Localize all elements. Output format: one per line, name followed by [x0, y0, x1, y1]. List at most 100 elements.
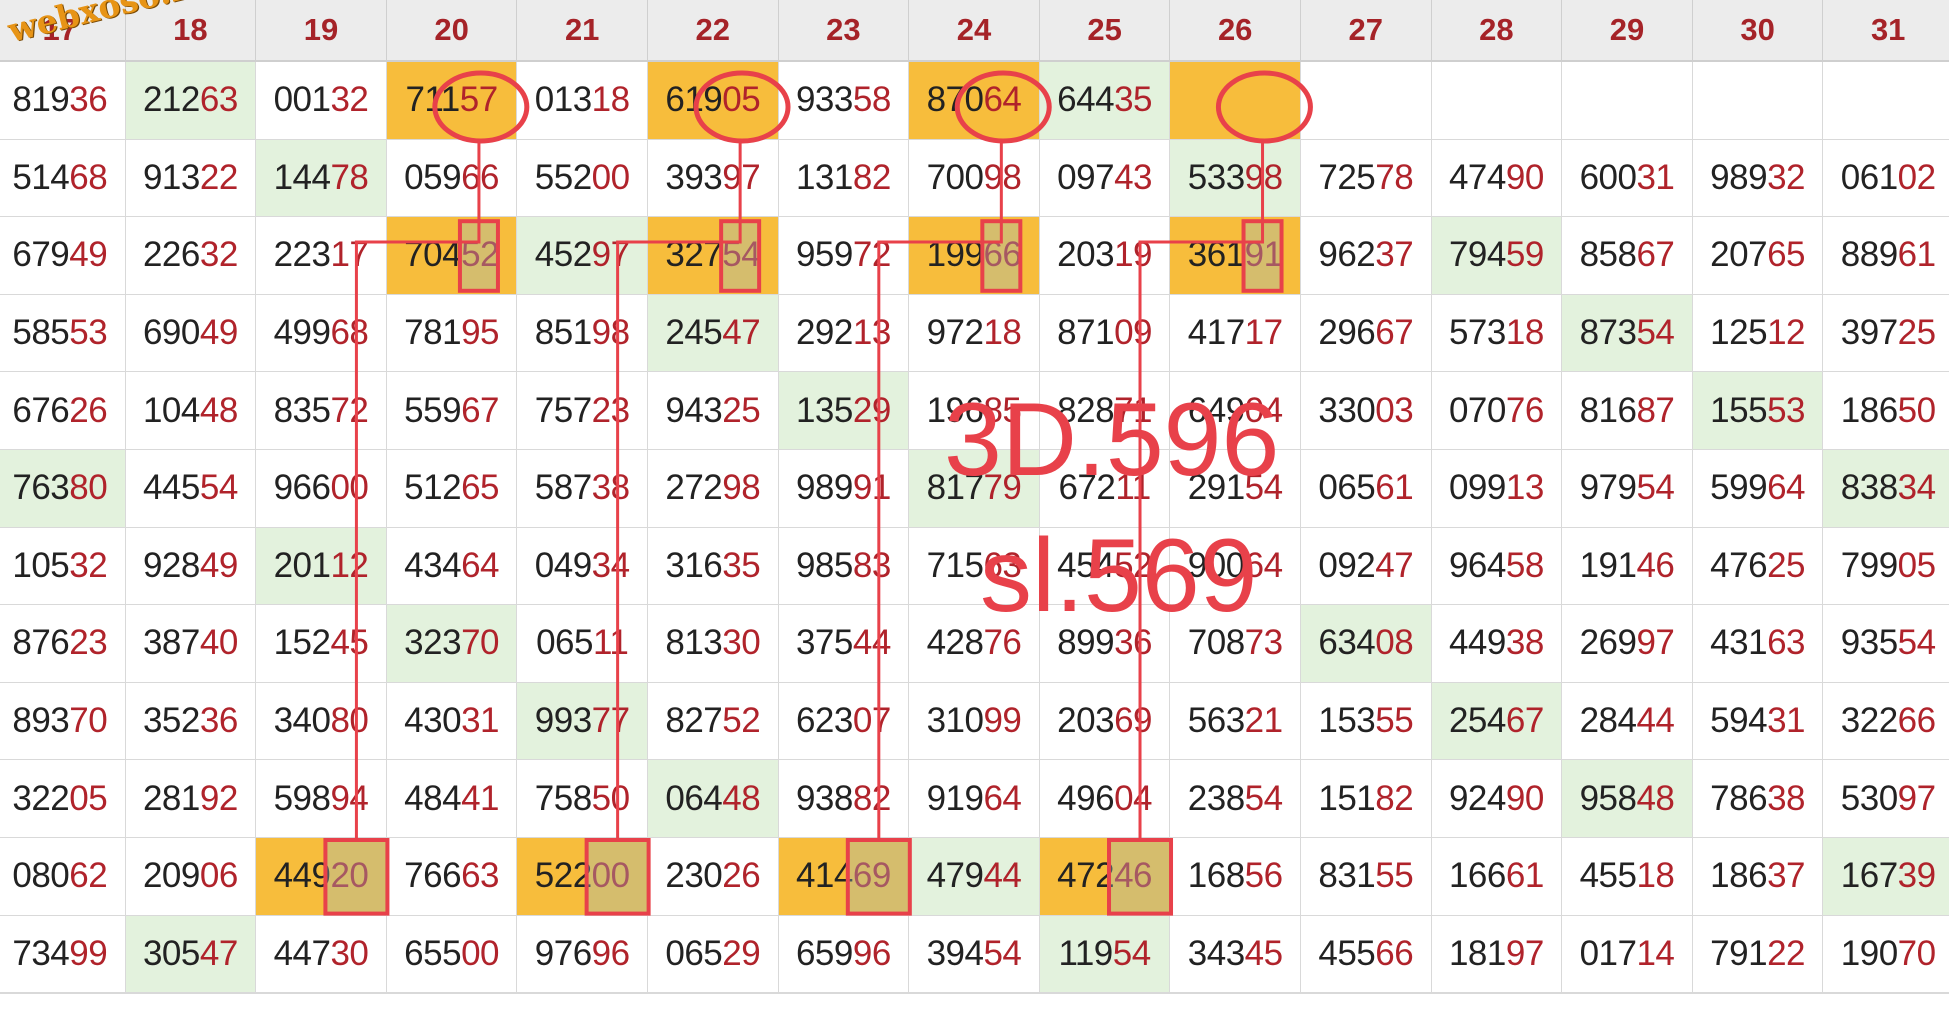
result-cell: 167 39	[1823, 838, 1949, 916]
result-cell: 763 80	[0, 450, 126, 528]
result-cell: 061 02	[1823, 140, 1949, 218]
result-cell: 153 55	[1301, 682, 1432, 761]
result-cell: 212 63	[125, 62, 257, 140]
result-cell: 522 00	[517, 838, 648, 916]
result-cell: 352 36	[125, 682, 257, 761]
result-cell: 766 63	[386, 838, 518, 916]
result-cell: 623 07	[778, 682, 910, 761]
result-cell: 512 65	[386, 450, 518, 528]
result-cell: 858 67	[1562, 217, 1693, 295]
column-header-23: 23	[778, 0, 910, 62]
result-cell: 207 65	[1692, 217, 1824, 295]
result-cell: 827 52	[648, 682, 779, 761]
result-cell	[1823, 62, 1949, 140]
result-cell	[1170, 62, 1301, 140]
result-cell: 552 00	[517, 139, 648, 218]
result-cell: 935 54	[1823, 605, 1949, 683]
column-header-30: 30	[1692, 0, 1824, 62]
result-cell: 871 09	[1039, 294, 1171, 373]
result-cell: 919 64	[909, 760, 1040, 838]
result-cell: 962 37	[1301, 217, 1432, 295]
result-cell: 838 34	[1823, 450, 1949, 528]
result-cell: 323 70	[386, 605, 518, 683]
result-cell: 734 99	[0, 915, 126, 994]
table-continuation	[0, 993, 1949, 1034]
result-cell: 414 69	[778, 838, 910, 916]
result-cell: 559 67	[386, 372, 518, 450]
result-cell: 343 45	[1170, 915, 1301, 994]
result-cell: 599 64	[1692, 450, 1824, 528]
result-cell: 831 55	[1301, 838, 1432, 916]
result-cell: 979 54	[1562, 450, 1693, 528]
result-cell: 938 82	[778, 760, 910, 838]
result-cell: 851 98	[517, 294, 648, 373]
result-cell: 585 53	[0, 294, 126, 373]
result-cell	[1301, 62, 1432, 140]
result-cell: 634 08	[1301, 605, 1432, 683]
result-cell: 928 49	[125, 527, 257, 606]
result-cell: 245 47	[648, 294, 779, 373]
result-cell: 226 32	[125, 217, 257, 295]
result-cell: 223 17	[256, 217, 387, 295]
result-cell: 417 17	[1170, 294, 1301, 373]
result-cell: 201 12	[256, 527, 387, 606]
result-cell: 786 38	[1692, 760, 1824, 838]
result-cell: 933 58	[778, 62, 910, 140]
column-header-19: 19	[256, 0, 387, 62]
result-cell: 676 26	[0, 372, 126, 450]
result-cell: 972 18	[909, 294, 1040, 373]
result-cell: 964 58	[1431, 527, 1563, 606]
result-cell: 168 56	[1170, 838, 1301, 916]
result-cell: 959 72	[778, 217, 910, 295]
result-cell: 144 78	[256, 139, 387, 218]
result-cell: 496 04	[1039, 760, 1171, 838]
column-header-28: 28	[1431, 0, 1563, 62]
result-cell: 704 52	[386, 217, 518, 295]
result-cell: 064 48	[648, 760, 779, 838]
result-cell: 190 70	[1823, 916, 1949, 994]
result-cell: 913 22	[125, 139, 257, 218]
result-cell: 476 25	[1692, 527, 1824, 606]
result-cell: 434 64	[386, 527, 518, 606]
result-cell: 125 12	[1692, 294, 1824, 373]
column-header-25: 25	[1039, 0, 1171, 62]
result-cell: 322 05	[0, 760, 126, 838]
result-cell: 976 96	[517, 915, 648, 994]
result-cell: 452 97	[517, 217, 648, 295]
result-cell: 958 48	[1562, 760, 1693, 838]
result-cell: 530 97	[1823, 760, 1949, 838]
result-cell: 387 40	[125, 605, 257, 683]
result-cell: 292 13	[778, 294, 910, 373]
result-cell: 013 18	[517, 62, 648, 140]
result-cell	[1431, 62, 1563, 140]
result-cell	[1562, 62, 1693, 140]
result-cell: 375 44	[778, 605, 910, 683]
result-cell: 070 76	[1431, 372, 1563, 450]
result-cell: 151 82	[1301, 760, 1432, 838]
result-cell: 449 20	[256, 838, 387, 916]
annotation-3d: 3D.596	[944, 382, 1280, 498]
result-cell: 819 36	[0, 62, 126, 140]
result-cell: 131 82	[778, 139, 910, 218]
result-cell: 097 43	[1039, 139, 1171, 218]
result-cell: 794 59	[1431, 217, 1563, 295]
column-header-20: 20	[386, 0, 518, 62]
result-cell: 254 67	[1431, 682, 1563, 761]
column-header-26: 26	[1170, 0, 1301, 62]
result-cell: 659 96	[778, 915, 910, 994]
result-cell: 943 25	[648, 372, 779, 450]
result-cell: 563 21	[1170, 682, 1301, 761]
result-cell: 099 13	[1431, 450, 1563, 528]
column-header-21: 21	[517, 0, 648, 62]
result-cell: 119 54	[1039, 915, 1171, 994]
result-cell: 430 31	[386, 682, 518, 761]
result-cell: 340 80	[256, 682, 387, 761]
result-cell: 230 26	[648, 838, 779, 916]
result-cell: 238 54	[1170, 760, 1301, 838]
result-cell: 600 31	[1562, 139, 1693, 218]
result-cell: 725 78	[1301, 139, 1432, 218]
result-cell: 700 98	[909, 139, 1040, 218]
result-cell: 080 62	[0, 838, 126, 916]
result-cell: 781 95	[386, 294, 518, 373]
result-cell: 284 44	[1562, 682, 1693, 761]
